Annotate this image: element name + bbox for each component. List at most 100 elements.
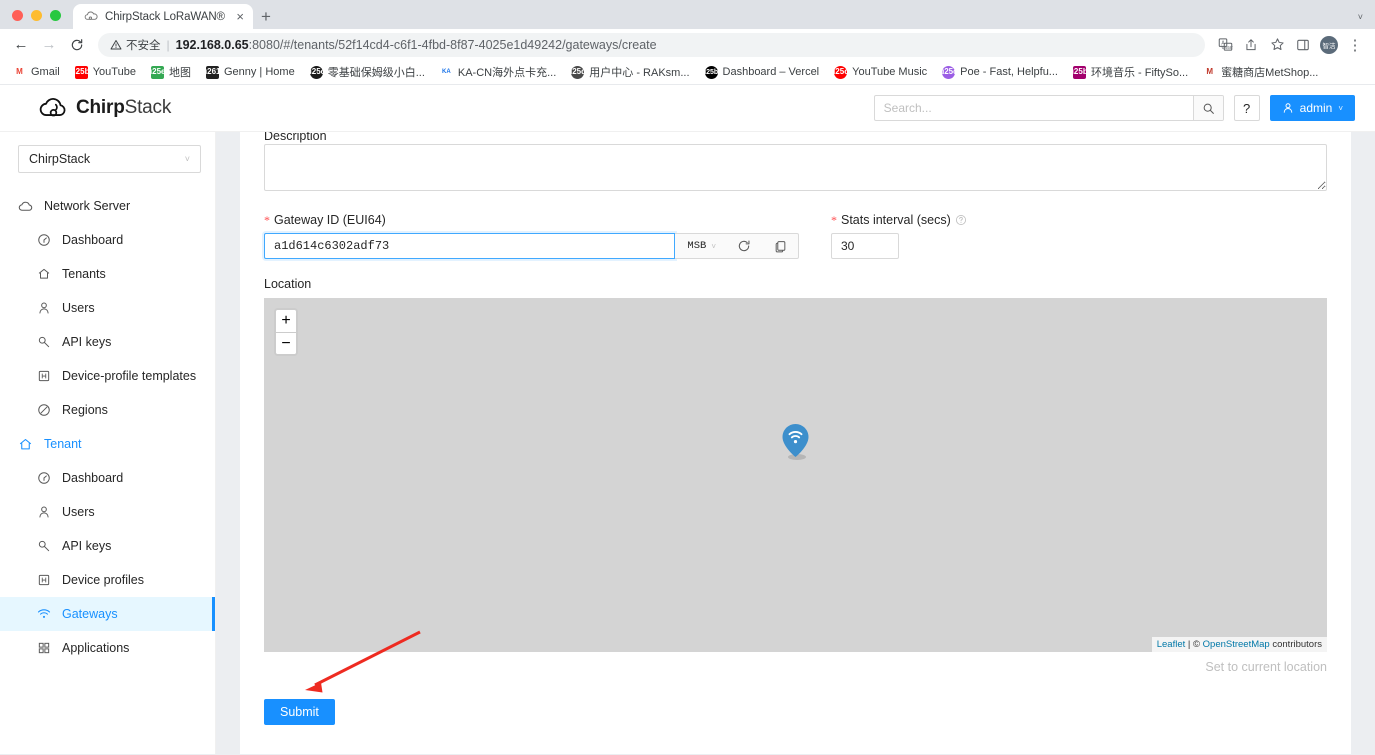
leaflet-link[interactable]: Leaflet — [1157, 639, 1186, 650]
user-icon — [36, 505, 51, 520]
zoom-in-button[interactable]: + — [276, 310, 296, 332]
bookmark-item[interactable]: M 蜜糖商店MetShop... — [1196, 62, 1325, 82]
header-actions: ? admin ˅ — [874, 95, 1355, 121]
reload-button[interactable] — [64, 32, 90, 58]
openstreetmap-link[interactable]: OpenStreetMap — [1203, 639, 1270, 650]
global-search[interactable] — [874, 95, 1224, 121]
stats-interval-label-text: Stats interval (secs) — [841, 213, 951, 227]
user-icon — [1282, 102, 1294, 114]
sidebar-item-tenant-dashboard[interactable]: Dashboard — [0, 461, 215, 495]
refresh-icon — [737, 239, 751, 253]
bookmark-item[interactable]: \u25b6YouTube — [68, 64, 143, 81]
tenant-selector[interactable]: ChirpStack ˅ — [18, 145, 201, 173]
chrome-menu-icon[interactable]: ⋮ — [1343, 33, 1367, 57]
bookmark-item[interactable]: \u2618Genny | Home — [199, 64, 302, 81]
url-host: 192.168.0.65 — [176, 38, 249, 52]
omnibox-divider: | — [167, 38, 170, 52]
sidebar-item-regions[interactable]: Regions — [0, 393, 215, 427]
bookmark-item[interactable]: \u25cfPoe - Fast, Helpfu... — [935, 64, 1065, 81]
admin-menu-button[interactable]: admin ˅ — [1270, 95, 1355, 121]
copy-button[interactable] — [762, 240, 798, 253]
not-secure-badge[interactable]: 不安全 — [110, 37, 161, 53]
sidebar-item-tenant-users[interactable]: Users — [0, 495, 215, 529]
profile-avatar[interactable]: 智洁 — [1317, 33, 1341, 57]
gateway-id-input[interactable] — [264, 233, 675, 259]
chevron-down-icon: ˅ — [1338, 104, 1343, 113]
apps-icon — [36, 641, 51, 656]
new-tab-button[interactable]: + — [253, 4, 279, 29]
bookmark-label: YouTube — [93, 66, 136, 78]
stats-interval-input[interactable] — [831, 233, 899, 259]
gateway-id-label-text: Gateway ID (EUI64) — [274, 213, 386, 227]
admin-label: admin — [1300, 101, 1333, 115]
copy-icon — [774, 240, 787, 253]
generate-random-button[interactable] — [726, 239, 762, 253]
share-icon[interactable] — [1239, 33, 1263, 57]
metshop-icon: M — [1203, 66, 1216, 79]
bookmark-item[interactable]: MGmail — [6, 64, 67, 81]
description-textarea[interactable] — [264, 144, 1327, 191]
sidebar-item-applications[interactable]: Applications — [0, 631, 215, 665]
sidebar-item-users[interactable]: Users — [0, 291, 215, 325]
submit-button[interactable]: Submit — [264, 699, 335, 725]
maximize-window-button[interactable] — [50, 10, 61, 21]
byte-order-select[interactable]: MSB ˅ — [675, 240, 726, 252]
translate-icon[interactable]: A\u6587 — [1213, 33, 1237, 57]
back-button[interactable]: ← — [8, 32, 34, 58]
bookmark-label: Poe - Fast, Helpfu... — [960, 66, 1058, 78]
bookmark-item[interactable]: \u25e2地图 — [144, 62, 198, 82]
location-map[interactable]: + − Leaflet | © OpenStreetMap contributo… — [264, 298, 1327, 652]
tenant-selector-value: ChirpStack — [29, 152, 90, 166]
minimize-window-button[interactable] — [31, 10, 42, 21]
bookmark-item[interactable]: \u25d0用户中心 - RAKsm... — [564, 62, 696, 82]
chirpstack-logo[interactable]: ChirpStack — [38, 97, 171, 120]
bookmark-label: 蜜糖商店MetShop... — [1221, 64, 1318, 80]
attribution-separator: | — [1185, 639, 1193, 650]
help-button[interactable]: ? — [1234, 95, 1260, 121]
bookmark-item[interactable]: \u25cf零基础保姆级小白... — [303, 62, 432, 82]
bookmark-item[interactable]: \u25b2Dashboard – Vercel — [698, 64, 827, 81]
zoom-out-button[interactable]: − — [276, 332, 296, 354]
sidebar-group-tenant[interactable]: Tenant — [0, 427, 215, 461]
sidebar-item-label: Device-profile templates — [62, 369, 196, 383]
sidebar-item-api-keys[interactable]: API keys — [0, 325, 215, 359]
browser-tab[interactable]: ChirpStack LoRaWAN® Networ × — [73, 4, 253, 29]
question-circle-icon[interactable] — [955, 214, 967, 226]
address-bar[interactable]: 不安全 | 192.168.0.65:8080/#/tenants/52f14c… — [98, 33, 1205, 57]
set-current-location-button[interactable]: Set to current location — [264, 660, 1327, 674]
bookmark-item[interactable]: KAKA-CN海外点卡充... — [433, 62, 563, 82]
search-button[interactable] — [1193, 96, 1223, 120]
bookmark-item[interactable]: \u25b6环境音乐 - FiftySo... — [1066, 62, 1195, 82]
svg-text:\u6587: \u6587 — [1221, 45, 1233, 50]
search-input[interactable] — [875, 96, 1193, 120]
forward-button[interactable]: → — [36, 32, 62, 58]
bookmark-label: YouTube Music — [852, 66, 927, 78]
sidebar-item-gateways[interactable]: Gateways — [0, 597, 215, 631]
bookmark-star-icon[interactable] — [1265, 33, 1289, 57]
window-traffic-lights — [0, 10, 73, 29]
warning-triangle-icon — [110, 39, 122, 51]
sidebar: ChirpStack ˅ Network Server Dashboard Te… — [0, 132, 216, 754]
tab-close-icon[interactable]: × — [234, 10, 246, 23]
sidebar-item-device-profile-templates[interactable]: Device-profile templates — [0, 359, 215, 393]
sidebar-item-tenants[interactable]: Tenants — [0, 257, 215, 291]
sidebar-item-tenant-api-keys[interactable]: API keys — [0, 529, 215, 563]
vercel-icon: \u25b2 — [705, 66, 718, 79]
sidebar-item-dashboard[interactable]: Dashboard — [0, 223, 215, 257]
youtube-music-icon: \u25c9 — [834, 66, 847, 79]
dashboard-icon — [36, 471, 51, 486]
sidebar-group-network-server[interactable]: Network Server — [0, 189, 215, 223]
reload-icon — [70, 38, 84, 52]
maps-icon: \u25e2 — [151, 66, 164, 79]
sidebar-item-device-profiles[interactable]: Device profiles — [0, 563, 215, 597]
sidebar-group-label: Network Server — [44, 199, 130, 213]
close-window-button[interactable] — [12, 10, 23, 21]
search-icon — [1202, 102, 1215, 115]
chevron-down-icon[interactable]: ˅ — [1358, 12, 1363, 22]
side-panel-icon[interactable] — [1291, 33, 1315, 57]
gateway-id-field: * Gateway ID (EUI64) MSB ˅ — [264, 213, 799, 259]
map-attribution: Leaflet | © OpenStreetMap contributors — [1152, 637, 1327, 652]
raksm-icon: \u25d0 — [571, 66, 584, 79]
bookmark-item[interactable]: \u25c9 YouTube Music — [827, 64, 934, 81]
bookmark-label: 环境音乐 - FiftySo... — [1091, 64, 1188, 80]
